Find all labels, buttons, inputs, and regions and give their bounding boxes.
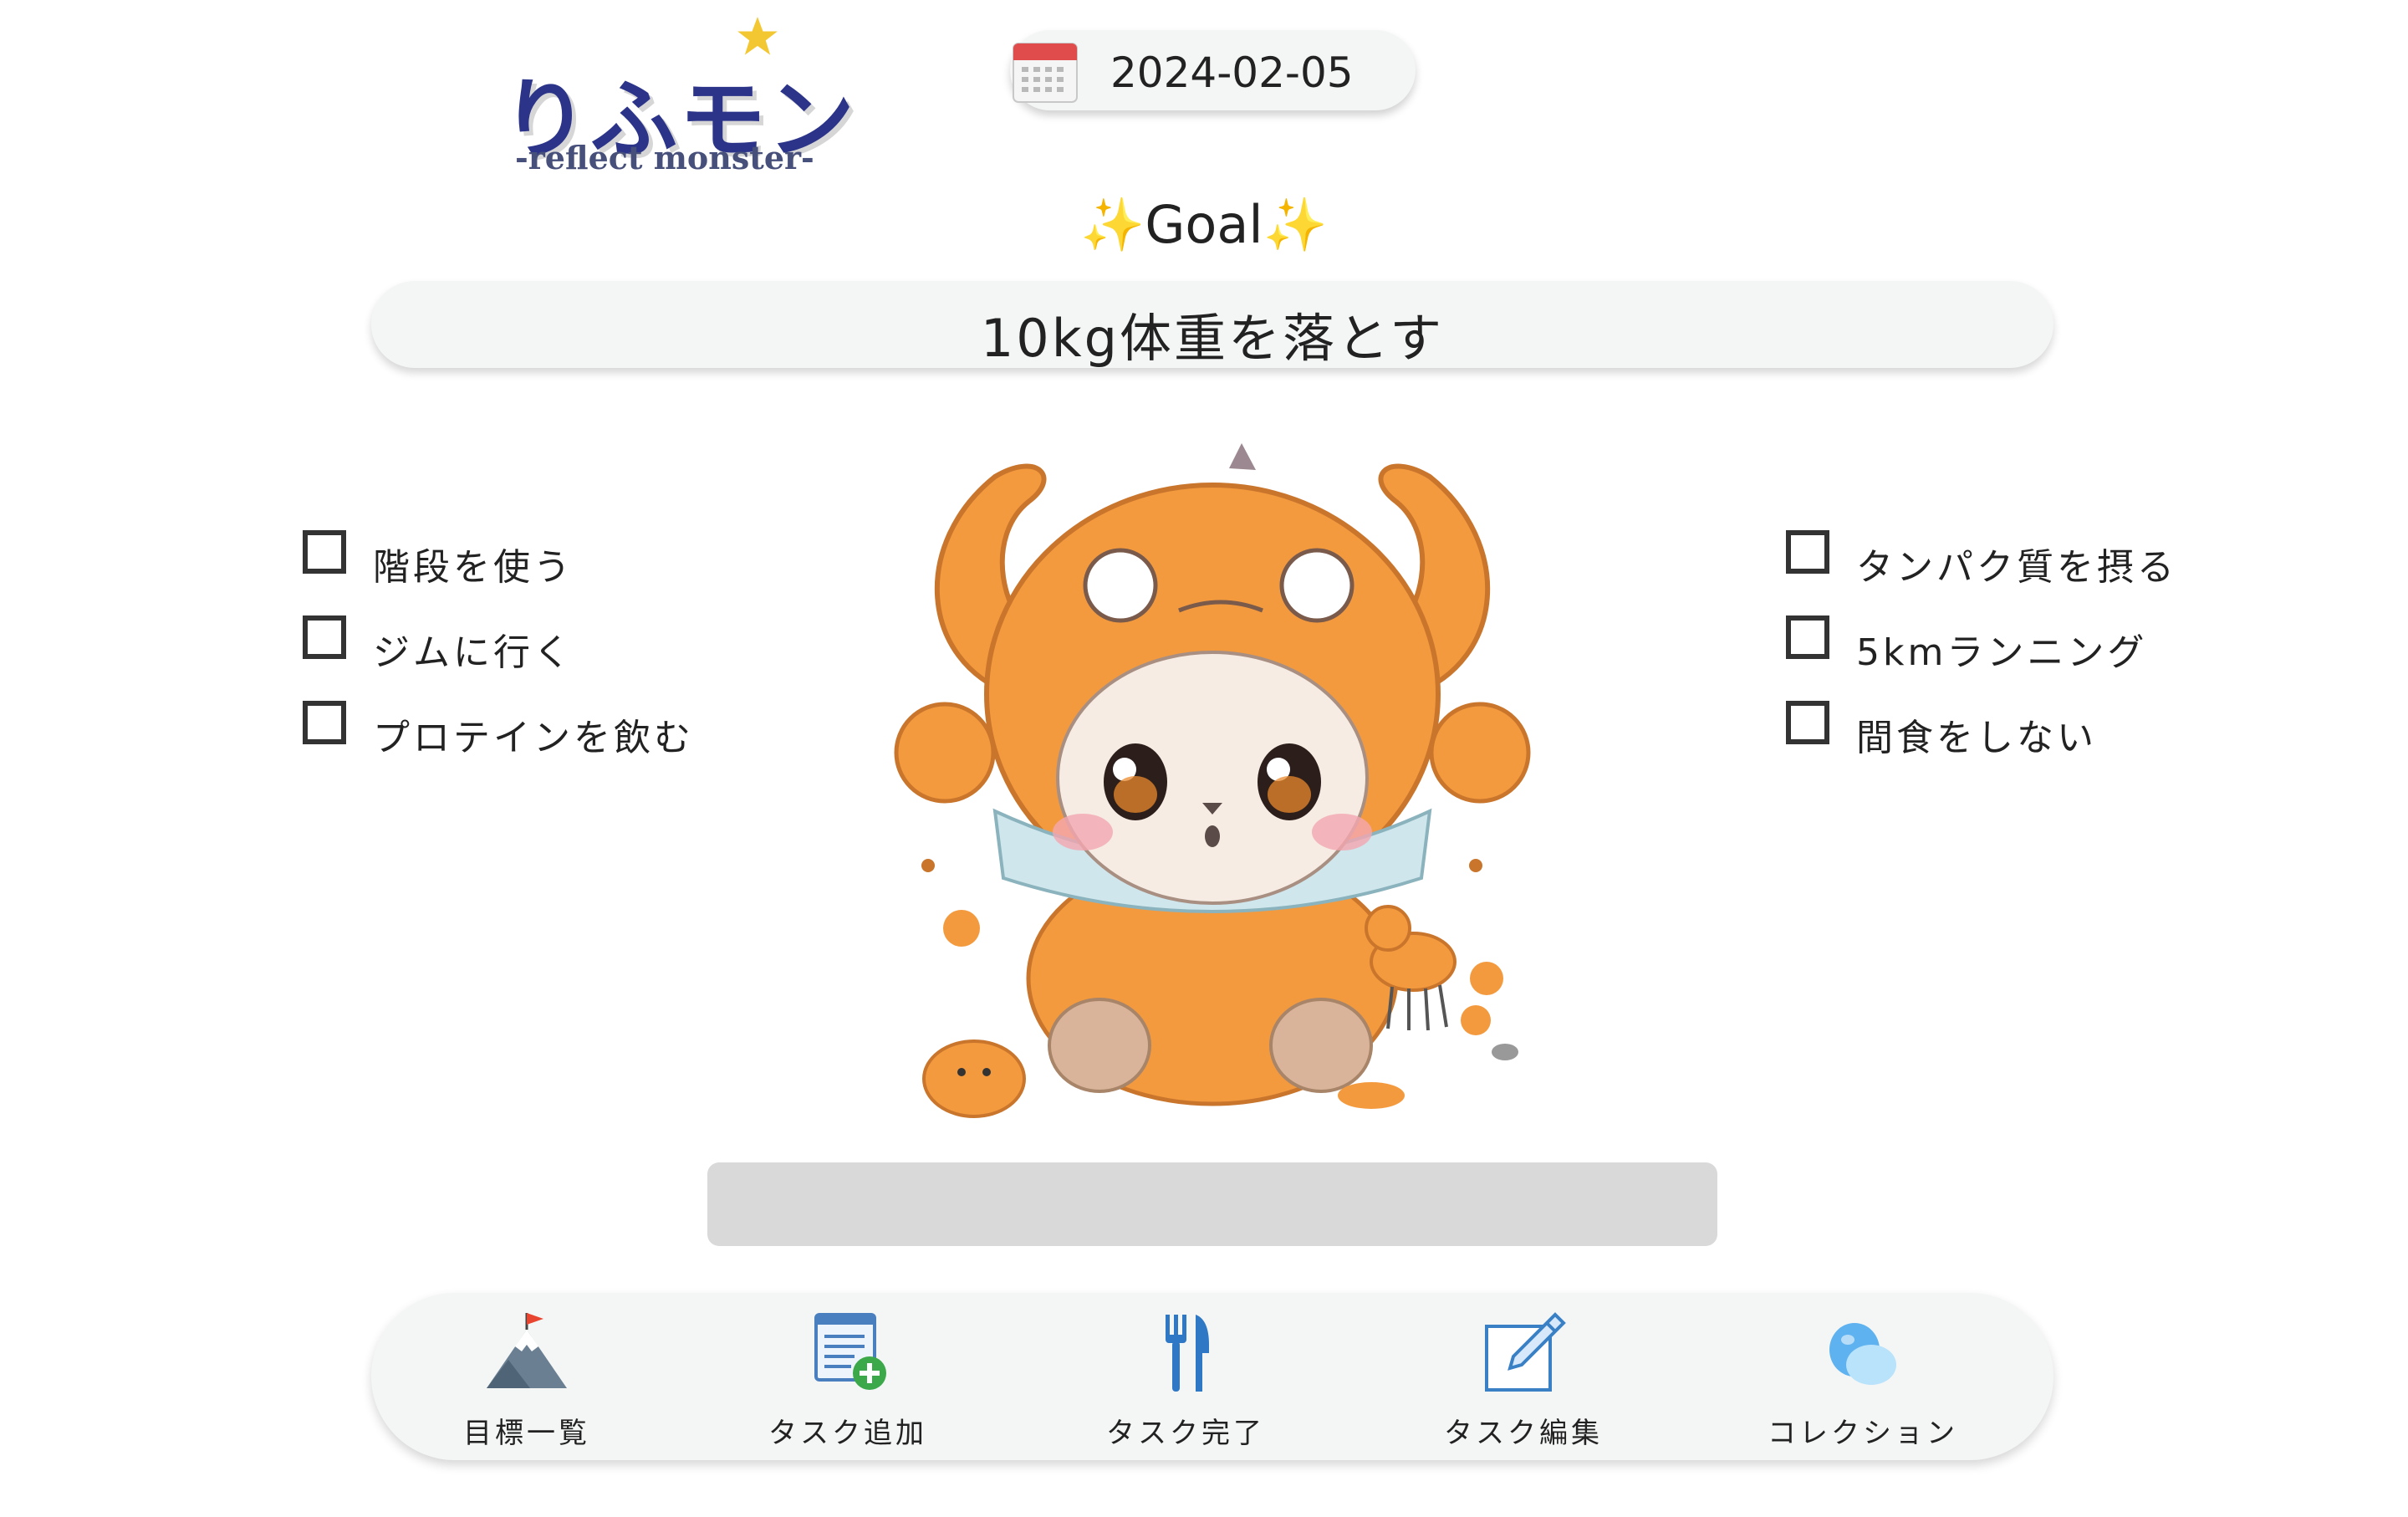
- date-picker[interactable]: 2024-02-05: [1010, 30, 1416, 110]
- task-checkbox[interactable]: [303, 701, 346, 744]
- date-value[interactable]: 2024-02-05: [1110, 49, 1354, 97]
- task-checkbox[interactable]: [303, 530, 346, 574]
- bottom-navigation: 目標一覧 タスク追加 タスク完了 タスク編集 コレクション: [371, 1293, 2053, 1460]
- logo-subtitle: -reflect monster-: [515, 139, 814, 176]
- task-label: プロテインを飲む: [373, 717, 694, 759]
- collection-bubbles-icon: [1829, 1323, 1896, 1385]
- nav-add-task[interactable]: タスク追加: [739, 1311, 957, 1453]
- task-label: 5kmランニング: [1856, 631, 2148, 674]
- mountain-flag-icon: [487, 1313, 567, 1388]
- nav-label: コレクション: [1768, 1417, 1958, 1450]
- task-checkbox[interactable]: [303, 615, 346, 659]
- app-logo: りふモン -reflect monster-: [493, 15, 855, 182]
- edit-pencil-icon: [1485, 1312, 1566, 1392]
- nav-edit-task[interactable]: タスク編集: [1415, 1311, 1632, 1453]
- goal-text: 10kg体重を落とす: [980, 308, 1445, 369]
- goal-heading: ✨Goal✨: [0, 194, 2408, 256]
- add-task-icon: [814, 1313, 886, 1390]
- task-checkbox[interactable]: [1786, 530, 1829, 574]
- nav-complete-task[interactable]: タスク完了: [1077, 1311, 1294, 1453]
- task-label: タンパク質を摂る: [1856, 546, 2177, 589]
- nav-label: タスク編集: [1444, 1417, 1603, 1450]
- nav-label: タスク追加: [768, 1417, 927, 1450]
- goal-heading-text: Goal: [1145, 194, 1263, 255]
- sparkles-icon: ✨: [1263, 194, 1328, 255]
- nav-collection[interactable]: コレクション: [1754, 1311, 1972, 1453]
- nav-goal-list[interactable]: 目標一覧: [418, 1311, 635, 1453]
- monster-illustration: [894, 443, 1531, 1118]
- task-checkbox[interactable]: [1786, 701, 1829, 744]
- task-checkbox[interactable]: [1786, 615, 1829, 659]
- task-label: 間食をしない: [1856, 717, 2097, 759]
- nav-label: タスク完了: [1106, 1417, 1265, 1450]
- fork-knife-icon: [1166, 1315, 1209, 1392]
- goal-card[interactable]: 10kg体重を落とす: [371, 281, 2053, 369]
- calendar-icon: [1013, 43, 1078, 103]
- experience-progress-bar: [707, 1162, 1717, 1246]
- nav-label: 目標一覧: [463, 1417, 590, 1450]
- task-label: 階段を使う: [373, 546, 574, 589]
- sparkles-icon: ✨: [1080, 194, 1145, 255]
- task-label: ジムに行く: [373, 631, 574, 674]
